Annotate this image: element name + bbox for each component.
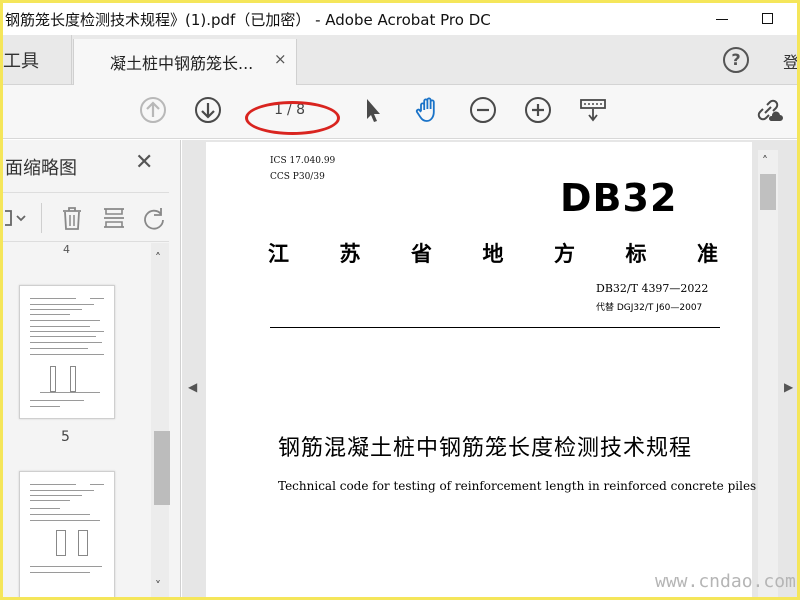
panel-toolbar bbox=[3, 192, 169, 242]
panel-toolbar-divider bbox=[41, 203, 42, 233]
window-title: 钢筋笼长度检测技术规程》(1).pdf（已加密） - Adobe Acrobat… bbox=[5, 11, 491, 29]
ccs-code: CCS P30/39 bbox=[270, 172, 325, 182]
tab-close-button[interactable]: × bbox=[274, 50, 287, 68]
toolbar: 1 / 8 bbox=[3, 85, 797, 139]
document-title-en: Technical code for testing of reinforcem… bbox=[278, 479, 757, 493]
pdf-page: ICS 17.040.99 CCS P30/39 DB32 江 苏 省 地 方 … bbox=[206, 142, 756, 597]
extract-page-icon[interactable] bbox=[101, 205, 127, 231]
annotation-ellipse bbox=[245, 101, 340, 135]
collapse-left-panel-arrow[interactable]: ◀ bbox=[188, 380, 197, 394]
category-char: 准 bbox=[697, 241, 718, 266]
hand-tool-icon[interactable] bbox=[413, 95, 443, 125]
help-icon[interactable]: ? bbox=[723, 47, 749, 73]
scrollbar-thumb[interactable] bbox=[760, 174, 776, 210]
previous-page-icon[interactable] bbox=[138, 95, 168, 125]
thumbnails-panel: 面缩略图 ✕ 4 5 ˄ ˅ bbox=[3, 140, 181, 597]
standard-number: DB32/T 4397—2022 bbox=[596, 282, 709, 295]
thumbnail-number: 5 bbox=[61, 429, 70, 445]
tab-document-label: 凝土桩中钢筋笼长... bbox=[110, 54, 254, 73]
zoom-in-icon[interactable] bbox=[523, 95, 553, 125]
site-watermark: www.cndao.com bbox=[655, 571, 796, 592]
select-cursor-icon[interactable] bbox=[358, 95, 388, 125]
scroll-up-arrow[interactable]: ˄ bbox=[762, 154, 768, 168]
category-char: 标 bbox=[625, 241, 647, 266]
category-char: 地 bbox=[482, 241, 504, 266]
category-char: 江 bbox=[268, 241, 289, 266]
minimize-icon bbox=[716, 19, 728, 20]
replaces-standard: 代替 DGJ32/T J60—2007 bbox=[596, 303, 703, 313]
tab-document[interactable]: 凝土桩中钢筋笼长... × bbox=[73, 39, 297, 85]
thumbnails-scrollbar[interactable]: ˄ ˅ bbox=[151, 243, 170, 597]
delete-page-icon[interactable] bbox=[59, 205, 85, 231]
panel-title: 面缩略图 bbox=[5, 158, 77, 179]
scrollbar-thumb[interactable] bbox=[154, 431, 170, 505]
header-rule bbox=[270, 327, 720, 328]
scroll-up-arrow[interactable]: ˄ bbox=[155, 251, 161, 265]
panel-close-button[interactable]: ✕ bbox=[135, 150, 153, 175]
sign-in-link[interactable]: 登 bbox=[783, 49, 797, 73]
category-char: 方 bbox=[554, 241, 575, 266]
next-page-icon[interactable] bbox=[193, 95, 223, 125]
document-scrollbar[interactable]: ˄ bbox=[758, 150, 778, 597]
title-bar: 钢筋笼长度检测技术规程》(1).pdf（已加密） - Adobe Acrobat… bbox=[3, 3, 797, 35]
rotate-page-icon[interactable] bbox=[141, 205, 167, 231]
collapse-right-panel-arrow[interactable]: ▶ bbox=[784, 380, 793, 394]
tab-bar: 工具 凝土桩中钢筋笼长... × ? 登 bbox=[3, 35, 797, 85]
share-link-icon[interactable] bbox=[753, 95, 783, 125]
minimize-button[interactable] bbox=[703, 5, 743, 33]
zoom-out-icon[interactable] bbox=[468, 95, 498, 125]
category-char: 苏 bbox=[339, 241, 361, 266]
document-viewer: ◀ ICS 17.040.99 CCS P30/39 DB32 江 苏 省 地 … bbox=[182, 140, 797, 597]
app-window: 钢筋笼长度检测技术规程》(1).pdf（已加密） - Adobe Acrobat… bbox=[3, 3, 797, 597]
tab-tools[interactable]: 工具 bbox=[3, 47, 39, 73]
db-code: DB32 bbox=[560, 176, 678, 220]
ics-code: ICS 17.040.99 bbox=[270, 156, 336, 166]
page-thumbnail[interactable] bbox=[19, 471, 115, 597]
thumbnails-list: 4 5 bbox=[3, 243, 169, 597]
thumbnail-options-icon[interactable] bbox=[3, 205, 29, 231]
thumbnail-number: 4 bbox=[63, 243, 70, 256]
standard-category: 江 苏 省 地 方 标 准 bbox=[268, 238, 718, 268]
maximize-button[interactable] bbox=[749, 5, 789, 33]
page-thumbnail[interactable] bbox=[19, 285, 115, 419]
category-char: 省 bbox=[411, 241, 432, 266]
maximize-icon bbox=[762, 13, 773, 24]
scroll-down-arrow[interactable]: ˅ bbox=[155, 579, 161, 593]
scroll-mode-icon[interactable] bbox=[578, 95, 608, 125]
tab-divider bbox=[71, 35, 72, 85]
document-title-zh: 钢筋混凝土桩中钢筋笼长度检测技术规程 bbox=[278, 436, 693, 461]
